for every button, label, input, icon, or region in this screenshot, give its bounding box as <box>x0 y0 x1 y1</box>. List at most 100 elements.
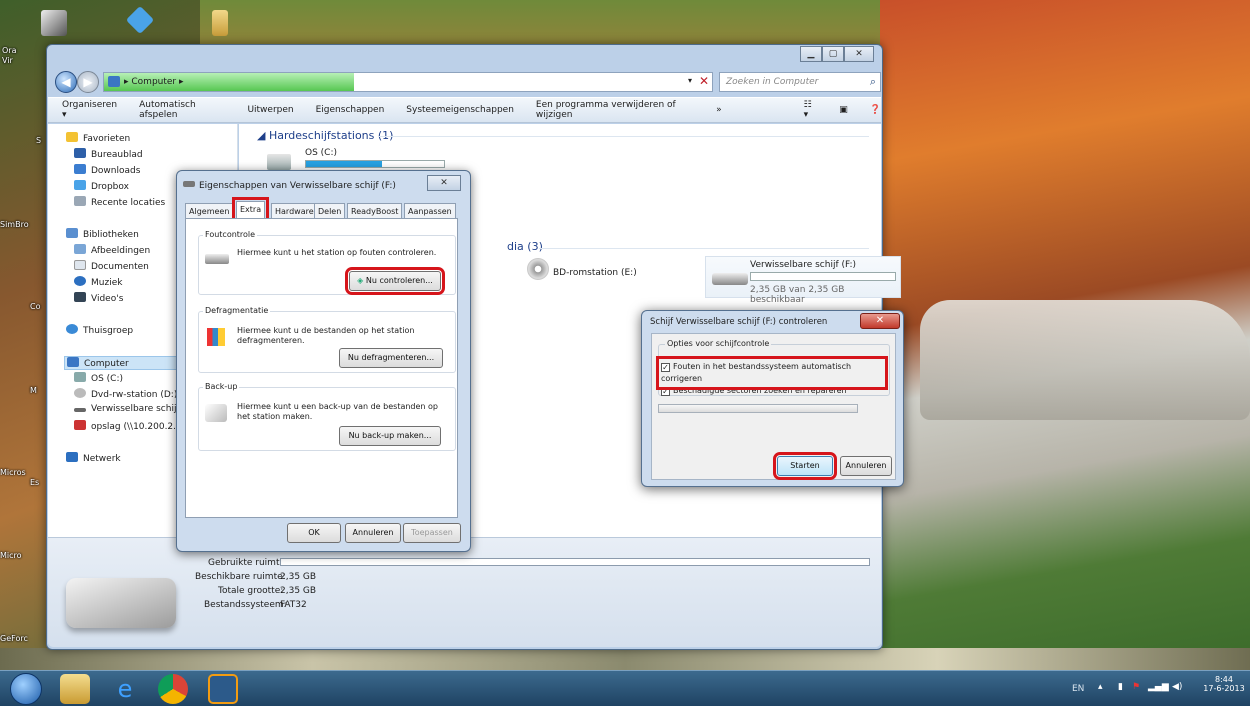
nav-item-network-drive[interactable]: opslag (\\10.200.2.2) <box>74 420 185 432</box>
check-now-button[interactable]: ◈ Nu controleren... <box>345 267 445 295</box>
nav-favorites[interactable]: Favorieten <box>66 132 130 144</box>
nav-label: OS (C:) <box>91 374 123 384</box>
system-properties-button[interactable]: Systeemeigenschappen <box>406 105 514 115</box>
check-now-label: Nu controleren... <box>365 276 433 285</box>
wallpaper-rock <box>920 300 1250 420</box>
properties-button[interactable]: Eigenschappen <box>316 105 385 115</box>
stop-icon[interactable]: ✕ <box>699 74 709 88</box>
nav-item-downloads[interactable]: Downloads <box>74 164 140 176</box>
fix-errors-checkbox[interactable]: ✓ <box>661 363 670 372</box>
ok-button[interactable]: OK <box>287 523 341 543</box>
drive-removable[interactable]: Verwisselbare schijf (F:) 2,35 GB van 2,… <box>705 256 901 305</box>
option-scan-sectors[interactable]: ✓ Beschadigde sectoren zoeken en reparere… <box>661 385 883 397</box>
drive-bd[interactable]: BD-romstation (E:) <box>527 258 677 288</box>
nav-homegroup[interactable]: Thuisgroep <box>66 324 133 336</box>
nav-network[interactable]: Netwerk <box>66 452 121 464</box>
desktop-label: M <box>30 386 37 395</box>
nav-item-desktop[interactable]: Bureaublad <box>74 148 143 160</box>
folder-desktop-icon[interactable] <box>198 10 242 40</box>
downloads-icon <box>74 164 86 174</box>
dropbox-icon <box>74 180 86 190</box>
desktop-label: Vir <box>2 56 13 65</box>
nav-label: Computer <box>84 359 129 369</box>
error-check-description: Hiermee kunt u het station op fouten con… <box>237 248 437 257</box>
desktop-icon-1[interactable] <box>32 10 76 40</box>
forward-arrow-icon[interactable]: ▶ <box>77 71 99 93</box>
backup-now-button[interactable]: Nu back-up maken... <box>339 426 441 446</box>
close-button[interactable]: ✕ <box>427 175 461 191</box>
tab-general[interactable]: Algemeen <box>185 203 234 219</box>
defragment-now-button[interactable]: Nu defragmenteren... <box>339 348 443 368</box>
address-text: ▸ Computer ▸ <box>124 77 184 87</box>
dropbox-desktop-icon[interactable] <box>118 5 162 40</box>
tab-panel-extra: Foutcontrole Hiermee kunt u het station … <box>185 218 458 518</box>
defrag-group: Defragmentatie Hiermee kunt u de bestand… <box>198 306 456 373</box>
cancel-button[interactable]: Annuleren <box>345 523 401 543</box>
network-signal-icon[interactable]: ▂▄▆ <box>1148 682 1169 692</box>
nav-item-music[interactable]: Muziek <box>74 276 122 288</box>
close-button[interactable]: ✕ <box>860 313 900 329</box>
option-fix-errors[interactable]: ✓ Fouten in het bestandssysteem automatis… <box>661 361 883 385</box>
shield-icon: ◈ <box>357 276 366 285</box>
view-options-icon[interactable]: ☷ ▾ <box>804 100 818 120</box>
nav-item-dvd[interactable]: Dvd-rw-station (D:) <box>74 388 177 400</box>
address-bar[interactable]: ▸ Computer ▸ ▾ ✕ <box>103 72 713 92</box>
autoplay-button[interactable]: Automatisch afspelen <box>139 100 225 120</box>
tab-customize[interactable]: Aanpassen <box>404 203 456 219</box>
start-button[interactable]: Starten <box>773 452 837 480</box>
outlook-icon[interactable] <box>208 674 238 704</box>
address-computer[interactable]: Computer <box>131 77 176 87</box>
battery-icon[interactable]: ▮ <box>1118 682 1123 692</box>
disk-options-label: Opties voor schijfcontrole <box>665 339 772 348</box>
nav-label: Recente locaties <box>91 198 166 208</box>
hard-drive-icon <box>267 154 291 170</box>
minimize-button[interactable]: ▁ <box>800 46 822 62</box>
nav-item-os[interactable]: OS (C:) <box>74 372 123 384</box>
tab-extra[interactable]: Extra <box>231 197 270 223</box>
nav-item-recent[interactable]: Recente locaties <box>74 196 165 208</box>
nav-item-removable[interactable]: Verwisselbare schijf ( <box>74 404 186 414</box>
desktop-label: SimBro <box>0 220 29 229</box>
clock-date: 17-6-2013 <box>1203 684 1245 693</box>
nav-item-dropbox[interactable]: Dropbox <box>74 180 129 192</box>
tab-sharing[interactable]: Delen <box>314 203 346 219</box>
chrome-icon[interactable] <box>158 674 188 704</box>
uninstall-program-button[interactable]: Een programma verwijderen of wijzigen <box>536 100 694 120</box>
eject-button[interactable]: Uitwerpen <box>247 105 293 115</box>
search-input[interactable]: Zoeken in Computer ⌕ <box>719 72 881 92</box>
section-divider <box>379 136 869 137</box>
language-indicator[interactable]: EN <box>1072 684 1084 694</box>
nav-item-documents[interactable]: Documenten <box>74 260 149 272</box>
tab-readyboost[interactable]: ReadyBoost <box>347 203 403 219</box>
clock[interactable]: 8:44 17-6-2013 <box>1202 675 1246 693</box>
preview-pane-icon[interactable]: ▣ <box>839 105 848 115</box>
action-center-icon[interactable]: ⚑ <box>1132 682 1140 692</box>
address-dropdown-icon[interactable]: ▾ <box>688 76 692 85</box>
back-arrow-icon[interactable]: ◀ <box>55 71 77 93</box>
nav-label: Video's <box>91 294 124 304</box>
search-icon: ⌕ <box>869 75 876 88</box>
backup-group: Back-up Hiermee kunt u een back-up van d… <box>198 382 456 451</box>
cancel-button[interactable]: Annuleren <box>840 456 892 476</box>
nav-libraries[interactable]: Bibliotheken <box>66 228 139 240</box>
help-icon[interactable]: ❓ <box>870 105 881 115</box>
removable-section-header[interactable]: dia (3) <box>507 240 543 253</box>
start-button[interactable] <box>10 673 42 705</box>
organize-button[interactable]: Organiseren ▾ <box>62 100 117 120</box>
apply-button[interactable]: Toepassen <box>403 523 461 543</box>
more-commands-button[interactable]: » <box>716 105 722 115</box>
desktop-label: Es <box>30 478 40 487</box>
explorer-taskbar-icon[interactable] <box>60 674 90 704</box>
volume-icon[interactable]: ◀) <box>1172 682 1182 692</box>
hdd-section-header[interactable]: ◢ Hardeschijfstations (1) <box>257 129 393 142</box>
tab-hardware[interactable]: Hardware <box>271 203 318 219</box>
internet-explorer-icon[interactable]: e <box>110 674 140 704</box>
nav-item-pictures[interactable]: Afbeeldingen <box>74 244 150 256</box>
maximize-button[interactable]: ▢ <box>822 46 844 62</box>
close-button[interactable]: ✕ <box>844 46 874 62</box>
show-hidden-icons[interactable]: ▴ <box>1098 682 1103 692</box>
file-system-label: Bestandssysteem: <box>204 600 287 610</box>
nav-item-videos[interactable]: Video's <box>74 292 123 304</box>
nav-label: Muziek <box>91 278 123 288</box>
scan-sectors-checkbox[interactable]: ✓ <box>661 387 670 396</box>
